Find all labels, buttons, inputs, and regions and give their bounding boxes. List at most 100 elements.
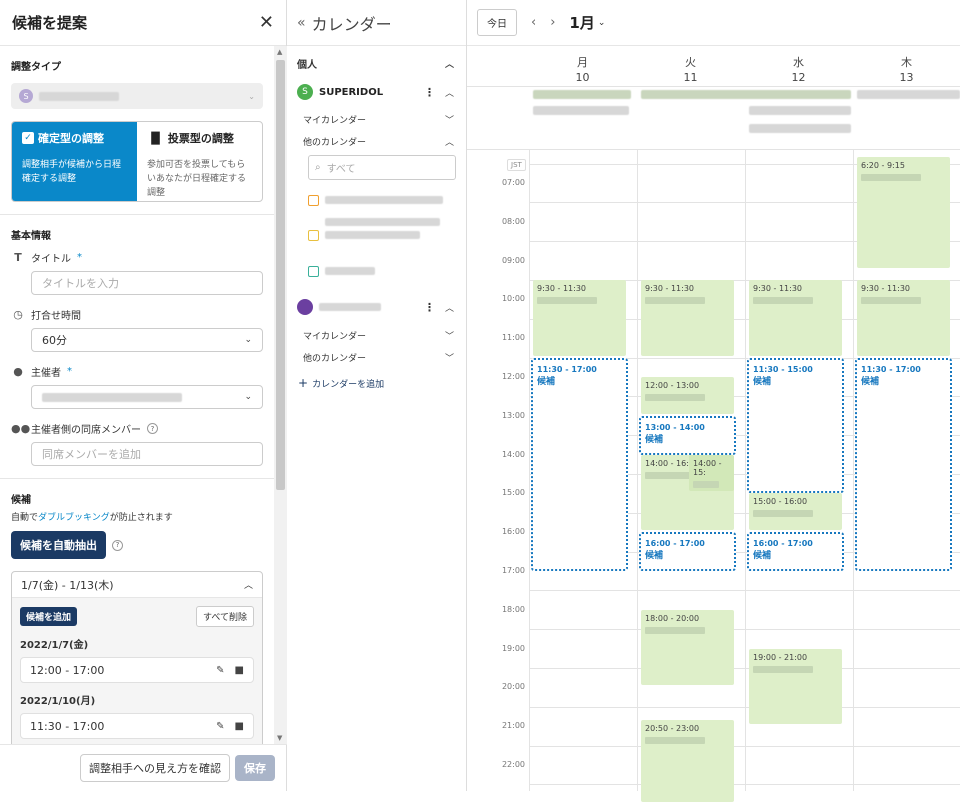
more-vert-icon[interactable]: ⋮: [424, 301, 435, 314]
range-header[interactable]: 1/7(金) - 1/13(木) ︿: [12, 572, 262, 598]
chevron-right-icon[interactable]: ›: [550, 15, 555, 30]
all-day-event[interactable]: [749, 106, 851, 115]
my-calendar-row[interactable]: マイカレンダー ﹀: [287, 324, 466, 346]
day-header[interactable]: 木 13: [853, 46, 960, 86]
calendar-item[interactable]: [287, 180, 466, 210]
chevron-up-icon: ︿: [444, 59, 454, 70]
help-icon[interactable]: ?: [112, 539, 123, 551]
redacted-organizer: [42, 392, 182, 402]
day-of-week: 木: [901, 56, 912, 69]
calendar-event[interactable]: 20:50 - 23:00: [641, 719, 734, 802]
account-row[interactable]: ⋮ ︿: [287, 292, 466, 322]
checkbox[interactable]: [308, 194, 319, 206]
delete-all-button[interactable]: すべて削除: [195, 606, 254, 627]
collapse-icon[interactable]: «: [297, 15, 306, 31]
preview-button[interactable]: 調整相手への見え方を確認: [80, 754, 230, 782]
trash-icon[interactable]: ■: [235, 721, 244, 732]
calendar-event[interactable]: 18:00 - 20:00: [641, 609, 734, 686]
organizer-select[interactable]: ⌄: [31, 385, 263, 409]
candidate-block[interactable]: 11:30 - 15:00 候補: [747, 357, 844, 494]
type-confirm-option[interactable]: ✓ 確定型の調整 調整相手が候補から日程確定する調整: [12, 122, 137, 201]
event-time: 18:00 - 20:00: [645, 613, 700, 623]
checkbox[interactable]: [308, 265, 319, 277]
candidate-list: 候補を追加 すべて削除 2022/1/7(金) 12:00 - 17:00 ✎ ■…: [12, 598, 262, 744]
calendar-event[interactable]: 6:20 - 9:15: [857, 157, 950, 269]
candidate-block[interactable]: 11:30 - 17:00 候補: [855, 357, 952, 571]
account-select[interactable]: S ⌄: [11, 83, 263, 109]
candidate-label: 候補: [861, 376, 880, 387]
day-of-week: 月: [577, 56, 588, 69]
calendar-item[interactable]: [287, 260, 466, 282]
candidate-block[interactable]: 16:00 - 17:00 候補: [747, 532, 844, 571]
candidate-block[interactable]: 16:00 - 17:00 候補: [639, 532, 736, 571]
all-day-event[interactable]: [533, 106, 629, 115]
chevron-up-icon[interactable]: ︿: [445, 301, 454, 314]
double-booking-link[interactable]: ダブルブッキング: [38, 513, 110, 523]
checkbox[interactable]: [308, 230, 319, 241]
calendar-event[interactable]: 14:00 - 15:: [689, 454, 734, 492]
event-time: 14:00 - 15:: [693, 458, 722, 477]
scroll-up-icon[interactable]: ▲: [277, 48, 282, 56]
today-button[interactable]: 今日: [477, 9, 517, 36]
candidate-block[interactable]: 11:30 - 17:00 候補: [531, 357, 628, 571]
day-header[interactable]: 水 12: [745, 46, 852, 86]
chevron-left-icon[interactable]: ‹: [531, 15, 536, 30]
required-mark: *: [67, 366, 72, 377]
redacted-calendar-name: [325, 231, 420, 239]
calendar-event[interactable]: 9:30 - 11:30: [749, 280, 842, 356]
all-day-event[interactable]: [857, 90, 960, 99]
hour-label: 22:00: [501, 760, 525, 769]
calendar-event[interactable]: 9:30 - 11:30: [641, 280, 734, 356]
calendar-search-input[interactable]: ⌕ すべて: [308, 155, 456, 180]
account-row[interactable]: S SUPERIDOL ⋮ ︿: [287, 80, 466, 104]
hour-label: 10:00: [501, 294, 525, 304]
checkbox-checked-icon: ✓: [22, 132, 34, 144]
all-day-event[interactable]: [641, 90, 851, 99]
event-time: 6:20 - 9:15: [861, 161, 905, 171]
redacted-event-title: [753, 510, 813, 518]
scroll-down-icon[interactable]: ▼: [277, 734, 282, 742]
hour-label: 07:00: [501, 178, 525, 187]
add-candidate-button[interactable]: 候補を追加: [20, 607, 78, 626]
my-calendar-row[interactable]: マイカレンダー ﹀: [287, 108, 466, 130]
day-header[interactable]: 火 11: [637, 46, 744, 86]
calendar-event[interactable]: 15:00 - 16:00: [749, 493, 842, 531]
scrollbar[interactable]: ▲ ▼: [274, 46, 287, 744]
title-input[interactable]: タイトルを入力: [31, 271, 263, 295]
redacted-account-name: [39, 91, 119, 101]
calendar-event[interactable]: 9:30 - 11:30: [533, 280, 626, 356]
close-icon[interactable]: ✕: [259, 12, 274, 33]
more-vert-icon[interactable]: ⋮: [424, 86, 435, 99]
duration-select[interactable]: 60分 ⌄: [31, 328, 263, 352]
week-calendar: 今日 ‹ › 1月 ⌄ JST 月 10 火 11 水 12 木 13 07:00 08:00 0…: [467, 0, 960, 802]
calendar-item[interactable]: [287, 210, 466, 260]
attendees-input[interactable]: 同席メンバーを追加: [31, 442, 263, 466]
trash-icon[interactable]: ■: [235, 665, 244, 676]
help-icon[interactable]: ?: [147, 423, 158, 434]
candidate-block[interactable]: 13:00 - 14:00 候補: [639, 415, 736, 455]
calendar-event[interactable]: 19:00 - 21:00: [749, 648, 842, 725]
calendar-event[interactable]: 12:00 - 13:00: [641, 377, 734, 414]
other-calendar-label: 他のカレンダー: [303, 353, 367, 364]
type-vote-option[interactable]: ▐▌ 投票型の調整 参加可否を投票してもらいあなたが日程確定する調整: [137, 122, 262, 201]
day-header[interactable]: 月 10: [529, 46, 636, 86]
month-select[interactable]: 1月 ⌄: [569, 12, 605, 33]
other-calendar-row[interactable]: 他のカレンダー ︿: [287, 130, 466, 152]
other-calendar-row[interactable]: 他のカレンダー ﹀: [287, 346, 466, 368]
hour-label: 20:00: [501, 682, 525, 692]
type-vote-desc: 参加可否を投票してもらいあなたが日程確定する調整: [147, 160, 247, 198]
personal-group[interactable]: 個人 ︿: [287, 46, 466, 80]
save-button[interactable]: 保存: [235, 755, 275, 781]
calendar-event[interactable]: 9:30 - 11:30: [857, 280, 950, 356]
all-day-event[interactable]: [533, 90, 631, 99]
all-day-event[interactable]: [749, 124, 851, 133]
auto-extract-button[interactable]: 候補を自動抽出: [11, 531, 106, 559]
edit-icon[interactable]: ✎: [216, 721, 224, 732]
scrollbar-thumb[interactable]: [276, 60, 285, 490]
avatar: S: [297, 84, 313, 100]
chevron-up-icon[interactable]: ︿: [445, 86, 454, 99]
day-divider: [529, 149, 530, 791]
avatar: [297, 299, 313, 315]
edit-icon[interactable]: ✎: [216, 665, 224, 676]
add-calendar-link[interactable]: + カレンダーを追加: [287, 368, 466, 390]
